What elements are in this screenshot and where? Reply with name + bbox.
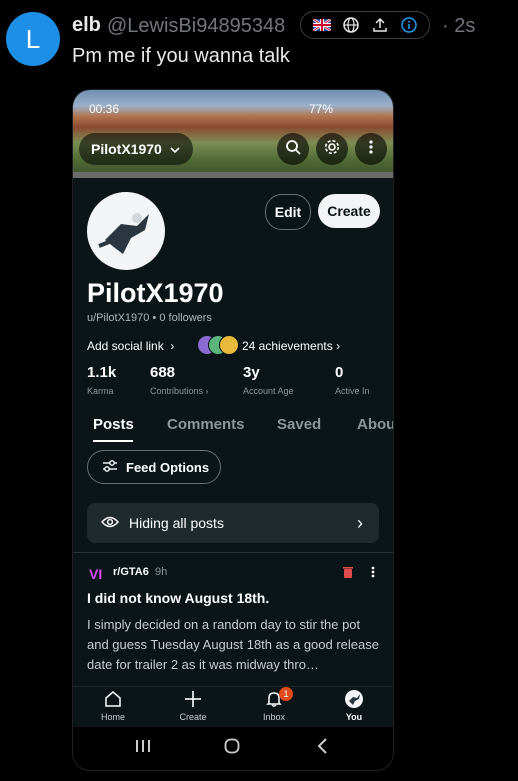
back-icon[interactable] [316,738,328,759]
settings-button[interactable] [316,133,348,165]
subreddit-name[interactable]: r/GTA6 [113,566,149,578]
nav-home-label: Home [100,712,125,722]
inbox-count-badge: 1 [279,687,293,701]
active-tab-indicator [93,440,133,442]
nav-home[interactable]: Home [81,688,145,722]
achievement-badge-icon [219,335,239,355]
trash-icon[interactable] [343,565,353,583]
plus-icon [161,688,225,710]
stat-active-value: 0 [335,364,344,381]
profile-subline: u/PilotX1970 • 0 followers [87,312,212,324]
globe-icon[interactable] [342,16,360,34]
nav-inbox[interactable]: Inbox [242,688,306,722]
status-time: 00:36 [89,102,120,116]
achievement-icons [197,335,239,357]
nav-inbox-label: Inbox [262,712,286,722]
share-icon[interactable] [371,16,389,34]
post-body[interactable]: I simply decided on a random day to stir… [87,615,379,675]
battery-level: 77% [309,102,334,116]
timestamp[interactable]: · 2s [442,15,475,38]
divider [73,552,393,553]
post-time: 9h [155,566,168,578]
feed-options-label: Feed Options [126,459,210,475]
stat-contributions-label: Contributions [150,386,204,396]
nav-you[interactable]: You [322,688,386,722]
stat-karma-value: 1.1k [87,364,117,381]
tweet-badges [300,11,430,39]
stat-contributions-link[interactable]: Contributions › [150,386,209,396]
avatar[interactable]: L [6,12,60,66]
create-button[interactable]: Create [318,194,380,228]
username-pill-label: PilotX1970 [91,141,162,157]
add-social-link[interactable]: Add social link › [87,339,174,353]
more-vertical-icon [369,139,373,159]
tab-about[interactable]: Abou [357,416,393,433]
gear-icon [324,139,340,160]
bell-icon [242,688,306,710]
sliders-icon [102,459,118,476]
android-nav-bar [73,727,393,770]
eye-icon [101,515,119,531]
stat-active-label: Active In [335,386,370,396]
nav-create-label: Create [179,712,207,722]
stat-age-value: 3y [243,364,260,381]
author-name[interactable]: elb [72,14,101,37]
stat-contributions-value: 688 [150,364,176,381]
nav-you-label: You [345,712,363,722]
feed-options-button[interactable]: Feed Options [87,450,221,484]
hiding-posts-row[interactable]: Hiding all posts › [87,503,379,543]
post-more-icon[interactable] [371,565,375,583]
chevron-down-icon [170,141,180,157]
tab-saved[interactable]: Saved [277,416,321,433]
tab-posts[interactable]: Posts [93,416,134,433]
tweet-text: Pm me if you wanna talk [72,45,290,67]
avatar-icon [322,688,386,710]
info-icon[interactable] [400,16,418,34]
status-bar: 00:36 77% [89,102,379,116]
tab-comments[interactable]: Comments [167,416,245,433]
search-button[interactable] [277,133,309,165]
avatar-letter: L [25,23,41,54]
profile-name: PilotX1970 [87,278,224,308]
achievements-link[interactable]: 24 achievements › [242,339,340,353]
hiding-posts-label: Hiding all posts [129,515,224,531]
search-icon [285,139,301,160]
attached-screenshot[interactable]: 00:36 77% PilotX1970 Edit Create PilotX1… [72,89,394,771]
stat-karma-label: Karma [87,386,114,396]
author-handle[interactable]: @LewisBi94895348 [107,15,285,38]
chevron-right-icon: › [167,339,175,353]
skydiver-avatar-icon [98,213,149,254]
recent-apps-icon[interactable] [135,739,151,758]
subreddit-icon[interactable]: VI [89,566,102,582]
profile-avatar[interactable] [87,192,165,270]
more-button[interactable] [355,133,387,165]
nav-create[interactable]: Create [161,688,225,722]
stat-age-label: Account Age [243,386,294,396]
chevron-right-icon: › [357,512,363,533]
achievements-label: 24 achievements [242,339,333,353]
home-icon [81,688,145,710]
edit-button[interactable]: Edit [265,194,311,230]
username-switcher[interactable]: PilotX1970 [79,133,193,165]
post-title[interactable]: I did not know August 18th. [87,590,269,606]
home-circle-icon[interactable] [224,738,240,759]
flag-uk-icon [312,16,331,34]
add-social-label: Add social link [87,339,164,353]
